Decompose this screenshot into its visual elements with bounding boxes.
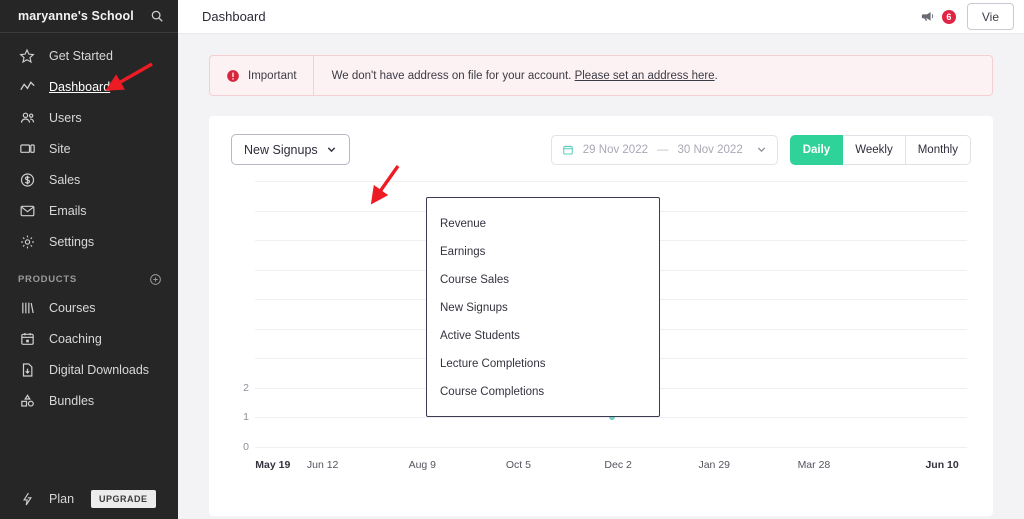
metric-select-value: New Signups: [244, 142, 318, 157]
sidebar-item-label: Sales: [49, 172, 81, 187]
sidebar-item-emails[interactable]: Emails: [0, 195, 178, 226]
upgrade-button[interactable]: UPGRADE: [91, 490, 156, 508]
x-axis-tick: May 19: [255, 459, 291, 471]
topbar: Dashboard 6 Vie: [178, 0, 1024, 34]
date-range-separator: —: [657, 143, 669, 156]
date-range-start: 29 Nov 2022: [582, 143, 648, 156]
notification-badge[interactable]: 6: [941, 9, 956, 24]
alert-message: We don't have address on file for your a…: [314, 56, 718, 95]
chevron-down-icon: [756, 144, 767, 155]
sidebar-item-courses[interactable]: Courses: [0, 292, 178, 323]
lightning-bolt-icon: [18, 491, 36, 507]
search-icon[interactable]: [150, 9, 164, 23]
sidebar-section-title: PRODUCTS: [18, 274, 77, 285]
sidebar-item-label: Coaching: [49, 331, 102, 346]
alert-level-label: Important: [248, 69, 297, 82]
granularity-monthly-button[interactable]: Monthly: [905, 134, 971, 165]
x-axis-tick: Oct 5: [505, 459, 531, 471]
calendar-icon: [562, 144, 574, 156]
metric-select-button[interactable]: New Signups: [231, 134, 350, 165]
chart-toolbar-right: 29 Nov 2022 — 30 Nov 2022 Daily Weekly M…: [550, 134, 971, 165]
sidebar-item-label: Site: [49, 141, 71, 156]
x-axis: May 19 Jun 12 Aug 9 Oct 5 Dec 2 Jan 29 M…: [255, 459, 967, 475]
x-axis-tick: Aug 9: [408, 459, 437, 471]
granularity-weekly-button[interactable]: Weekly: [843, 134, 906, 165]
menu-item-lecture-completions[interactable]: Lecture Completions: [427, 350, 659, 378]
menu-item-earnings[interactable]: Earnings: [427, 238, 659, 266]
metric-dropdown-menu: Revenue Earnings Course Sales New Signup…: [426, 197, 660, 417]
sidebar-item-get-started[interactable]: Get Started: [0, 40, 178, 71]
chevron-down-icon: [326, 144, 337, 155]
date-range-picker[interactable]: 29 Nov 2022 — 30 Nov 2022: [550, 134, 778, 165]
menu-item-revenue[interactable]: Revenue: [427, 210, 659, 238]
sidebar-item-site[interactable]: Site: [0, 133, 178, 164]
site-device-icon: [18, 140, 36, 158]
shapes-bundle-icon: [18, 392, 36, 410]
x-axis-tick: Mar 28: [797, 459, 831, 471]
dollar-circle-icon: [18, 171, 36, 189]
envelope-icon: [18, 202, 36, 220]
sidebar-item-users[interactable]: Users: [0, 102, 178, 133]
y-axis-tick: 1: [243, 411, 249, 423]
plus-circle-icon[interactable]: [149, 273, 162, 286]
y-axis-tick: 2: [243, 381, 249, 394]
sidebar: maryanne's School Get Started Dashboard …: [0, 0, 178, 519]
sidebar-item-label: Users: [49, 110, 82, 125]
view-site-button[interactable]: Vie: [966, 3, 1014, 30]
megaphone-icon[interactable]: [920, 9, 935, 24]
menu-item-course-completions[interactable]: Course Completions: [427, 378, 659, 406]
sidebar-section-products: PRODUCTS: [0, 257, 178, 292]
sidebar-item-bundles[interactable]: Bundles: [0, 385, 178, 416]
x-axis-tick: Jun 10: [925, 459, 959, 471]
users-icon: [18, 109, 36, 127]
sidebar-nav: Get Started Dashboard Users Site Sales E…: [0, 33, 178, 257]
important-alert-banner: Important We don't have address on file …: [209, 55, 993, 96]
menu-item-new-signups[interactable]: New Signups: [427, 294, 659, 322]
alert-level: Important: [210, 56, 314, 95]
sidebar-item-settings[interactable]: Settings: [0, 226, 178, 257]
sidebar-item-digital-downloads[interactable]: Digital Downloads: [0, 354, 178, 385]
plan-label: Plan: [49, 492, 75, 506]
sidebar-item-label: Get Started: [49, 48, 113, 63]
gear-icon: [18, 233, 36, 251]
sidebar-item-sales[interactable]: Sales: [0, 164, 178, 195]
alert-message-text: We don't have address on file for your a…: [331, 69, 572, 82]
sidebar-item-label: Digital Downloads: [49, 362, 150, 377]
app-root: maryanne's School Get Started Dashboard …: [0, 0, 1024, 519]
set-address-link[interactable]: Please set an address here: [575, 70, 715, 82]
analytics-line-icon: [18, 78, 36, 96]
main-area: Dashboard 6 Vie Important We don't have …: [178, 0, 1024, 519]
x-axis-tick: Jan 29: [698, 459, 730, 471]
x-axis-tick: Jun 12: [306, 459, 339, 471]
sidebar-item-dashboard[interactable]: Dashboard: [0, 71, 178, 102]
sidebar-item-label: Dashboard: [49, 79, 111, 94]
sidebar-footer-plan[interactable]: Plan UPGRADE: [0, 479, 178, 519]
x-axis-tick: Dec 2: [604, 459, 632, 471]
sidebar-item-label: Settings: [49, 234, 95, 249]
school-name: maryanne's School: [18, 9, 134, 23]
sidebar-header: maryanne's School: [0, 0, 178, 33]
alert-message-tail: .: [714, 69, 718, 82]
file-download-icon: [18, 361, 36, 379]
date-range-end: 30 Nov 2022: [677, 143, 743, 156]
menu-item-course-sales[interactable]: Course Sales: [427, 266, 659, 294]
books-icon: [18, 299, 36, 317]
sidebar-products-list: Courses Coaching Digital Downloads Bundl…: [0, 292, 178, 416]
menu-item-active-students[interactable]: Active Students: [427, 322, 659, 350]
granularity-daily-button[interactable]: Daily: [789, 134, 844, 165]
sidebar-item-label: Emails: [49, 203, 87, 218]
topbar-actions: 6 Vie: [920, 3, 1014, 30]
exclamation-circle-icon: [226, 69, 240, 83]
y-axis-tick: 0: [243, 440, 249, 453]
sidebar-item-coaching[interactable]: Coaching: [0, 323, 178, 354]
calendar-icon: [18, 330, 36, 348]
page-title: Dashboard: [202, 9, 266, 24]
sidebar-item-label: Bundles: [49, 393, 95, 408]
chart-toolbar: New Signups 29 Nov 2022 — 30 Nov 2022 Da…: [231, 134, 971, 165]
granularity-segmented-control: Daily Weekly Monthly: [789, 134, 971, 165]
sidebar-item-label: Courses: [49, 300, 96, 315]
star-icon: [18, 47, 36, 65]
